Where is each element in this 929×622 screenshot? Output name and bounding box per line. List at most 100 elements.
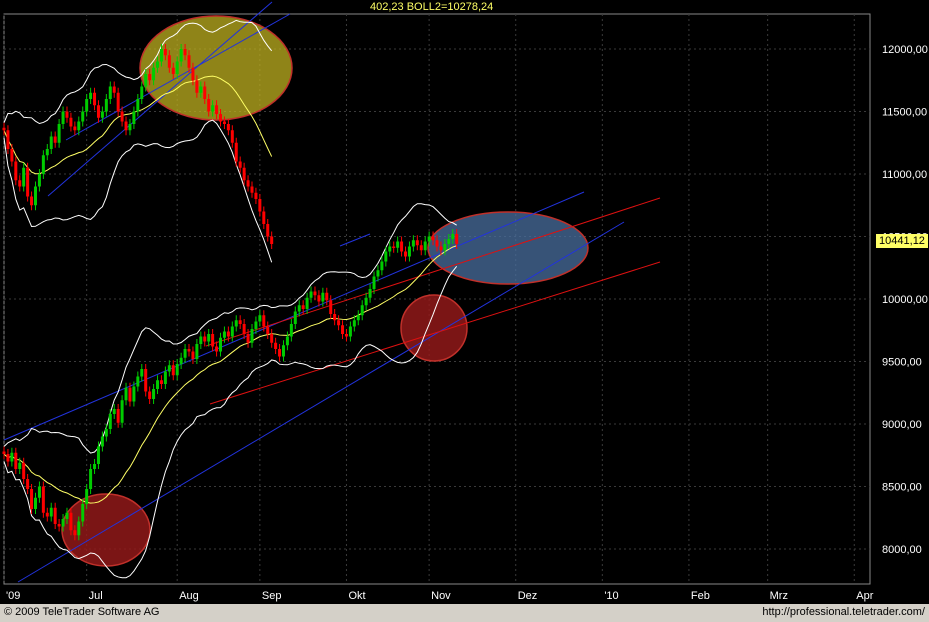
series-2009-candle-body <box>81 504 85 522</box>
series-2008-candle-body <box>222 121 226 124</box>
series-2008-candle-body <box>41 155 45 174</box>
series-2008-candle-body <box>156 61 160 68</box>
series-2009-candle-body <box>321 292 325 302</box>
series-2009-candle-body <box>57 524 61 527</box>
series-2008-candle-body <box>175 61 179 74</box>
series-2008-candle-body <box>112 86 116 93</box>
series-2008-candle-body <box>116 92 120 112</box>
series-2009-candle-body <box>242 324 246 334</box>
series-2009-candle-body <box>439 246 443 251</box>
series-2009-candle-body <box>14 452 18 469</box>
series-2009-candle-body <box>191 351 195 359</box>
series-2009-candle-body <box>262 315 266 327</box>
series-2009-candle-body <box>246 334 250 343</box>
series-2009-candle-body <box>443 244 447 251</box>
series-2008-candle-body <box>144 74 148 87</box>
series-2008-candle-body <box>6 130 10 149</box>
series-2008-candle-body <box>167 55 171 68</box>
status-footer: © 2009 TeleTrader Software AG http://pro… <box>0 604 929 622</box>
series-2009-candle-body <box>22 462 26 479</box>
series-2008-candle-body <box>96 105 100 118</box>
series-2009-candle-body <box>199 336 203 344</box>
series-2008-candle-body <box>140 86 144 99</box>
series-2008-candle-body <box>37 174 41 187</box>
series-2009-candle-body <box>33 497 37 509</box>
series-2008-candle-body <box>100 111 104 118</box>
series-2009-candle-body <box>65 512 69 519</box>
series-2009-candle-body <box>423 241 427 251</box>
series-2009-candle-body <box>219 337 222 352</box>
series-2008-candle-body <box>195 80 199 93</box>
y-tick-label: 8000,00 <box>882 544 922 556</box>
series-2009-candle-body <box>108 414 112 429</box>
series-2009-candle-body <box>136 376 140 387</box>
x-tick-label: Mrz <box>770 590 788 602</box>
series-2008-candle-body <box>152 67 156 81</box>
highlight-ellipse-nov <box>400 294 468 362</box>
y-tick-label: 11000,00 <box>882 169 927 181</box>
series-2008-candle-body <box>124 121 128 131</box>
series-2008-candle-body <box>22 167 26 187</box>
series-2008-candle-body <box>61 111 65 124</box>
series-2008-candle-body <box>238 161 242 168</box>
series-2009-candle-body <box>278 349 282 357</box>
series-2009-candle-body <box>333 314 337 321</box>
series-2009-candle-body <box>85 489 89 504</box>
series-2009-candle-body <box>364 297 368 306</box>
series-2008-candle-body <box>191 67 195 81</box>
series-2008-candle-body <box>2 127 6 131</box>
series-2008-candle-body <box>270 236 274 244</box>
x-tick-label: Aug <box>179 590 199 602</box>
indicator-header: 402,23 BOLL2=10278,24 <box>370 1 494 13</box>
series-2008-candle-body <box>179 49 183 62</box>
series-2009-candle-body <box>128 387 132 402</box>
series-2009-candle-body <box>376 270 380 277</box>
series-2009-candle-body <box>116 409 120 423</box>
series-2009-candle-body <box>344 334 348 337</box>
series-2009-candle-body <box>317 295 321 302</box>
source-url[interactable]: http://professional.teletrader.com/ <box>762 606 925 618</box>
series-2009-candle-body <box>329 300 333 314</box>
series-2008-candle-body <box>69 117 73 127</box>
copyright-text: © 2009 TeleTrader Software AG <box>4 606 160 618</box>
series-2009-candle-body <box>148 391 152 399</box>
series-2009-candle-body <box>372 276 376 289</box>
series-2008-candle-body <box>219 114 222 122</box>
series-2009-candle-body <box>132 386 136 402</box>
series-2008-candle-body <box>250 186 254 193</box>
series-2008-candle-body <box>57 124 61 143</box>
series-2008-candle-body <box>81 111 85 122</box>
series-2008-candle-body <box>203 86 207 99</box>
series-2009-candle-body <box>120 400 124 423</box>
series-2009-candle-body <box>195 344 199 359</box>
x-tick-label: Feb <box>691 590 710 602</box>
series-2009-candle-body <box>152 389 156 399</box>
series-2009-candle-body <box>96 446 100 464</box>
series-2008-candle-body <box>128 124 132 131</box>
series-2009-candle-body <box>293 311 297 324</box>
series-2009-candle-body <box>49 507 53 517</box>
series-2009-candle-body <box>348 326 352 337</box>
series-2009-candle-body <box>203 336 207 342</box>
series-2008-candle-body <box>93 92 97 106</box>
series-2009-candle-body <box>435 240 439 247</box>
series-2009-candle-body <box>53 507 57 524</box>
series-2009-candle-body <box>396 241 400 248</box>
series-2009-candle-body <box>175 364 179 376</box>
series-2009-candle-body <box>183 349 187 358</box>
series-2009-candle-body <box>388 246 392 252</box>
series-2009-candle-body <box>30 489 34 509</box>
series-2008-candle-body <box>242 167 246 181</box>
series-2008-candle-body <box>33 186 37 206</box>
series-2009-candle-body <box>100 436 104 447</box>
series-2008-candle-body <box>163 49 167 56</box>
series-2009-candle-body <box>254 321 258 329</box>
series-2009-candle-body <box>163 371 167 384</box>
series-2009-candle-body <box>234 320 238 327</box>
series-2009-bollinger-upper <box>3 203 457 454</box>
series-2009-candle-body <box>266 326 270 334</box>
trend-line-red-lower <box>209 261 661 405</box>
series-2009-candle-body <box>2 451 6 454</box>
series-2009-candle-body <box>325 292 329 301</box>
series-2009-candle-body <box>26 479 30 489</box>
